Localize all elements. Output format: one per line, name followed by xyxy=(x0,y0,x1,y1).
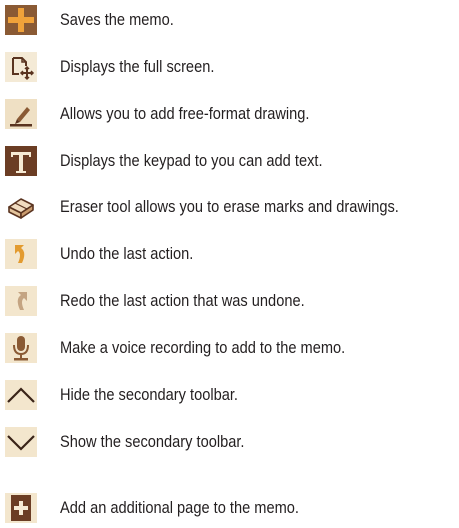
list-item-voice: Make a voice recording to add to the mem… xyxy=(0,333,459,363)
list-item-undo: Undo the last action. xyxy=(0,239,459,269)
chevron-down-icon xyxy=(4,427,38,457)
item-description: Displays the full screen. xyxy=(60,57,215,76)
text-icon xyxy=(4,146,38,176)
list-item-pen: Allows you to add free-format drawing. xyxy=(0,99,459,129)
microphone-icon xyxy=(4,333,38,363)
undo-icon xyxy=(4,239,38,269)
eraser-icon xyxy=(4,192,38,222)
pen-icon xyxy=(4,99,38,129)
list-item-text: Displays the keypad to you can add text. xyxy=(0,146,459,176)
list-item-eraser: Eraser tool allows you to erase marks an… xyxy=(0,192,459,222)
chevron-up-icon xyxy=(4,380,38,410)
list-item-add-page: Add an additional page to the memo. xyxy=(0,493,459,523)
item-description: Show the secondary toolbar. xyxy=(60,432,245,451)
list-item-show-toolbar: Show the secondary toolbar. xyxy=(0,427,459,457)
plus-save-icon xyxy=(4,5,38,35)
item-description: Eraser tool allows you to erase marks an… xyxy=(60,197,399,216)
item-description: Displays the keypad to you can add text. xyxy=(60,151,323,170)
item-description: Allows you to add free-format drawing. xyxy=(60,104,310,123)
list-item-hide-toolbar: Hide the secondary toolbar. xyxy=(0,380,459,410)
item-description: Undo the last action. xyxy=(60,244,194,263)
item-description: Add an additional page to the memo. xyxy=(60,498,299,517)
item-description: Saves the memo. xyxy=(60,10,174,29)
list-item-save: Saves the memo. xyxy=(0,5,459,35)
redo-icon xyxy=(4,286,38,316)
list-item-redo: Redo the last action that was undone. xyxy=(0,286,459,316)
list-item-fullscreen: Displays the full screen. xyxy=(0,52,459,82)
item-description: Redo the last action that was undone. xyxy=(60,291,305,310)
icon-description-list: Saves the memo. Displays the full screen… xyxy=(0,0,459,528)
fullscreen-icon xyxy=(4,52,38,82)
item-description: Make a voice recording to add to the mem… xyxy=(60,338,346,357)
item-description: Hide the secondary toolbar. xyxy=(60,385,238,404)
add-page-icon xyxy=(4,493,38,523)
